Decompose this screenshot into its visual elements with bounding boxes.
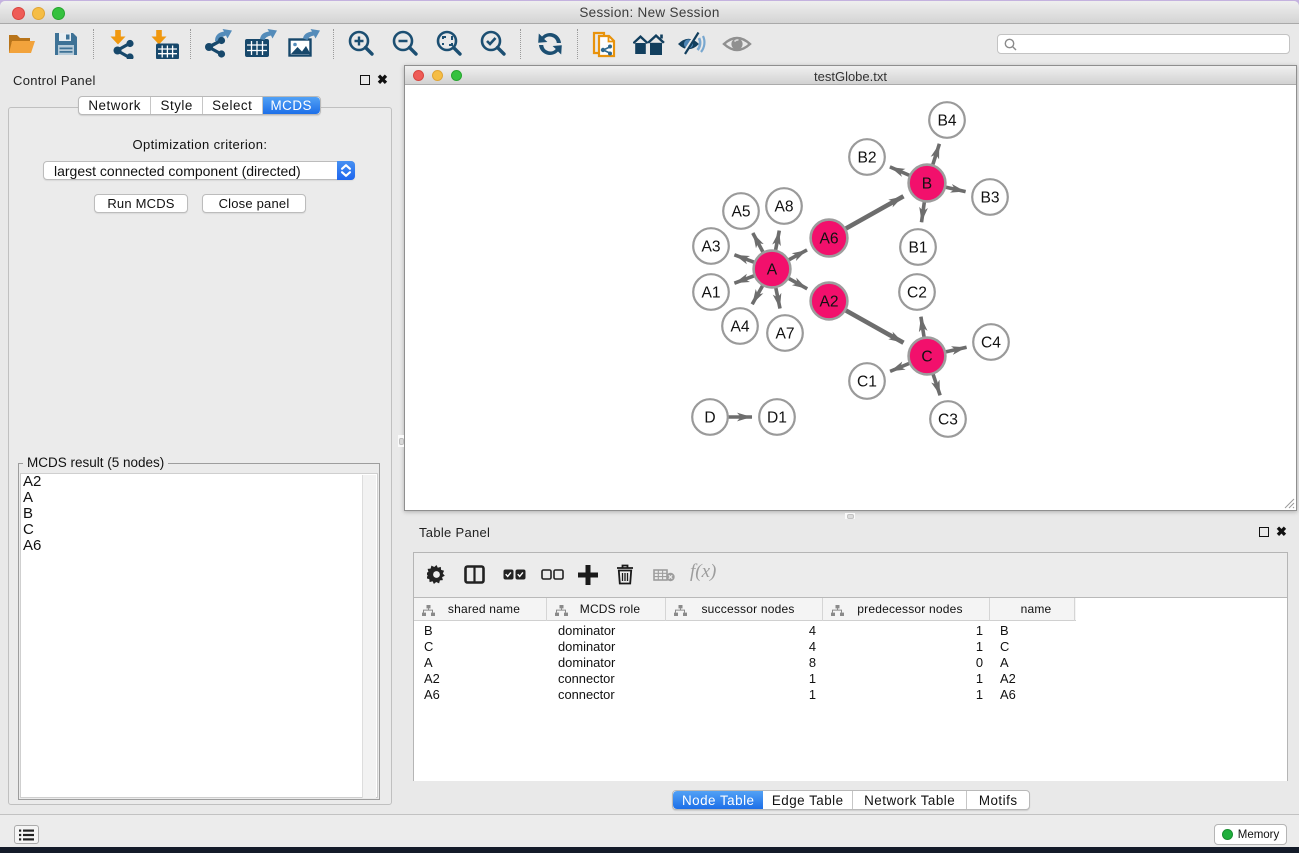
svg-text:B3: B3 xyxy=(980,189,999,206)
svg-text:C3: C3 xyxy=(938,411,958,428)
svg-text:A7: A7 xyxy=(775,325,794,342)
svg-text:A3: A3 xyxy=(701,238,720,255)
svg-text:D1: D1 xyxy=(767,409,787,426)
svg-text:A8: A8 xyxy=(774,198,793,215)
svg-text:A1: A1 xyxy=(701,284,720,301)
svg-text:C4: C4 xyxy=(981,334,1001,351)
svg-text:B: B xyxy=(922,175,932,192)
svg-text:D: D xyxy=(704,409,715,426)
svg-text:C2: C2 xyxy=(907,284,927,301)
svg-text:A6: A6 xyxy=(819,230,838,247)
svg-text:A2: A2 xyxy=(819,293,838,310)
svg-text:C1: C1 xyxy=(857,373,877,390)
svg-text:B2: B2 xyxy=(857,149,876,166)
svg-text:B4: B4 xyxy=(937,112,956,129)
svg-text:C: C xyxy=(921,348,932,365)
svg-text:A5: A5 xyxy=(731,203,750,220)
svg-text:A4: A4 xyxy=(730,318,749,335)
svg-text:A: A xyxy=(767,261,778,278)
svg-text:B1: B1 xyxy=(908,239,927,256)
